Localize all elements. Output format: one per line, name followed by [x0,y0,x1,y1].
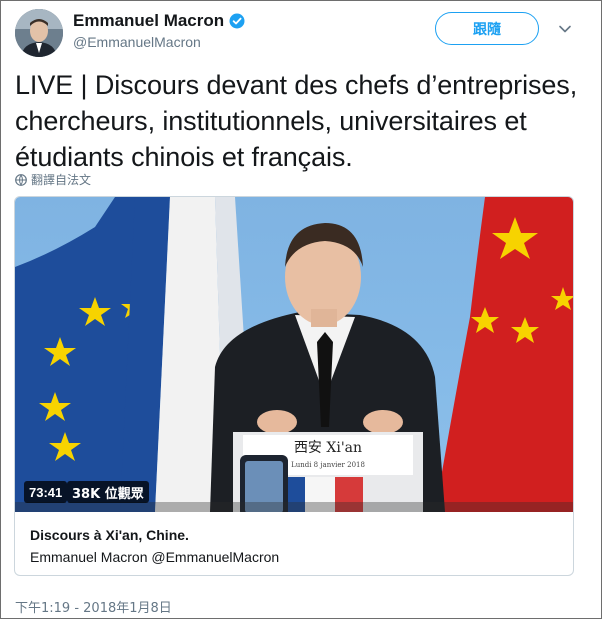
podium-text: 西安 Xi'an [294,440,362,456]
translate-label: 翻譯自法文 [31,173,92,187]
video-card[interactable]: 西安 Xi'an Lundi 8 janvier 2018 73:41 38K … [14,196,574,576]
tweet-timestamp[interactable]: 下午1:19 - 2018年1月8日 [15,597,172,616]
globe-icon [15,173,27,186]
tweet-text: LIVE | Discours devant des chefs d’entre… [15,70,578,172]
tweet-container: Emmanuel Macron @EmmanuelMacron 跟隨 LIVE … [0,0,602,619]
video-duration: 73:41 [24,481,68,503]
chevron-down-icon[interactable] [557,21,573,37]
video-player[interactable]: 西安 Xi'an Lundi 8 janvier 2018 73:41 38K … [15,197,573,512]
verified-badge-icon [229,13,245,29]
translate-link[interactable]: 翻譯自法文 [15,171,91,188]
card-subtitle: Emmanuel Macron @EmmanuelMacron [30,549,280,565]
video-views: 38K 位觀眾 [67,481,149,503]
podium-subtext: Lundi 8 janvier 2018 [291,461,365,469]
follow-button[interactable]: 跟隨 [435,12,539,45]
author-display-name[interactable]: Emmanuel Macron [73,11,224,31]
author-handle[interactable]: @EmmanuelMacron [73,34,201,50]
author-name-row: Emmanuel Macron [73,11,245,31]
card-title[interactable]: Discours à Xi'an, Chine. [30,527,189,543]
video-frame: 西安 Xi'an Lundi 8 janvier 2018 [15,197,573,512]
avatar[interactable] [15,9,63,57]
